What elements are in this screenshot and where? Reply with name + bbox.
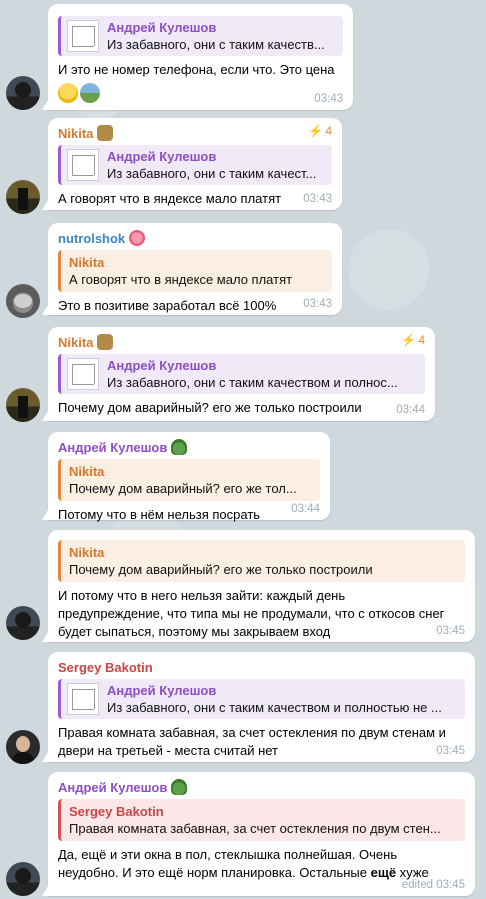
avatar[interactable] [6,862,40,896]
reply-quote[interactable]: Андрей Кулешов Из забавного, они с таким… [58,16,343,56]
message-text: Это в позитиве заработал всё 100% [58,298,277,313]
reply-author: Nikita [69,545,105,560]
sender-name[interactable]: Nikita [58,124,332,142]
frog-emoji-icon [171,439,188,455]
reply-quote[interactable]: Андрей Кулешов Из забавного, они с таким… [58,679,465,719]
sender-name[interactable]: Андрей Кулешов [58,778,465,796]
avatar[interactable] [6,388,40,422]
avatar[interactable] [6,284,40,318]
message[interactable]: Андрей Кулешов Nikita Почему дом аварийн… [42,432,330,522]
sender-emoji-icon [97,125,114,141]
message-time: 03:44 [291,503,320,515]
landscape-emoji-icon[interactable] [80,83,100,103]
message[interactable]: Sergey Bakotin Андрей Кулешов Из забавно… [42,652,475,762]
message-text: И это не номер телефона, если что. Это ц… [58,62,335,77]
reply-thumbnail [67,683,99,715]
message-text: Почему дом аварийный? его же только пост… [58,400,362,415]
message-time: 03:45 [436,745,465,757]
reply-text: Правая комната забавная, за счет остекле… [69,821,441,836]
sender-name[interactable]: Nikita [58,333,425,351]
reply-thumbnail [67,358,99,390]
reactions[interactable] [58,83,343,103]
reply-quote[interactable]: Nikita Почему дом аварийный? его же толь… [58,540,465,582]
sender-emoji-icon [97,334,114,350]
reply-author: Андрей Кулешов [107,20,217,35]
message-time: 03:43 [303,298,332,310]
message[interactable]: Андрей Кулешов Из забавного, они с таким… [42,4,353,110]
reply-author: Nikita [69,255,105,270]
message[interactable]: Nikita ⚡ 4 Андрей Кулешов Из забавного, о… [42,327,435,421]
avatar[interactable] [6,180,40,214]
message-text: Да, ещё и эти окна в пол, стеклышка полн… [58,847,429,880]
message-time: 03:44 [396,404,425,416]
message-text: И потому что в него нельзя зайти: каждый… [58,588,445,639]
reply-thumbnail [67,149,99,181]
message-text: Правая комната забавная, за счет остекле… [58,725,446,758]
reply-text: Из забавного, они с таким качест... [107,166,317,181]
message[interactable]: Андрей Кулешов Sergey Bakotin Правая ком… [42,772,475,896]
reply-quote[interactable]: Андрей Кулешов Из забавного, они с таким… [58,354,425,394]
reply-quote[interactable]: Sergey Bakotin Правая комната забавная, … [58,799,465,841]
boost-icon: ⚡ [401,333,417,347]
boost-badge: ⚡ 4 [308,124,332,138]
sender-name[interactable]: Sergey Bakotin [58,658,465,676]
reply-quote[interactable]: Андрей Кулешов Из забавного, они с таким… [58,145,332,185]
reply-text: Почему дом аварийный? его же тол... [69,481,297,496]
sender-emoji-icon [129,230,146,246]
message-text: Потому что в нём нельзя посрать [58,507,261,522]
sender-name[interactable]: Андрей Кулешов [58,438,320,456]
boost-badge: ⚡ 4 [401,333,425,347]
message-text: А говорят что в яндексе мало платят [58,191,282,206]
reply-author: Андрей Кулешов [107,358,217,373]
message-time: 03:45 [436,625,465,637]
reply-text: Из забавного, они с таким качеством и по… [107,700,442,715]
reply-author: Nikita [69,464,105,479]
avatar[interactable] [6,730,40,764]
reply-text: Из забавного, они с таким качеств... [107,37,325,52]
message-time: 03:43 [303,193,332,205]
reply-author: Андрей Кулешов [107,683,217,698]
reply-quote[interactable]: Nikita А говорят что в яндексе мало плат… [58,250,332,292]
message[interactable]: nutrolshok Nikita А говорят что в яндекс… [42,223,342,315]
reply-text: Из забавного, они с таким качеством и по… [107,375,398,390]
avatar[interactable] [6,606,40,640]
reply-author: Sergey Bakotin [69,804,164,819]
message[interactable]: Nikita Почему дом аварийный? его же толь… [42,530,475,642]
message-time: 03:43 [314,93,343,105]
message[interactable]: Nikita ⚡ 4 Андрей Кулешов Из забавного, о… [42,118,342,210]
sender-name[interactable]: nutrolshok [58,229,332,247]
reply-author: Андрей Кулешов [107,149,217,164]
avatar[interactable] [6,76,40,110]
reply-quote[interactable]: Nikita Почему дом аварийный? его же тол.… [58,459,320,501]
boost-icon: ⚡ [308,124,324,138]
reply-text: Почему дом аварийный? его же только пост… [69,562,373,577]
frog-emoji-icon [171,779,188,795]
reply-text: А говорят что в яндексе мало платят [69,272,293,287]
grin-emoji-icon[interactable] [58,83,78,103]
message-time: edited 03:45 [401,879,465,891]
reply-thumbnail [67,20,99,52]
